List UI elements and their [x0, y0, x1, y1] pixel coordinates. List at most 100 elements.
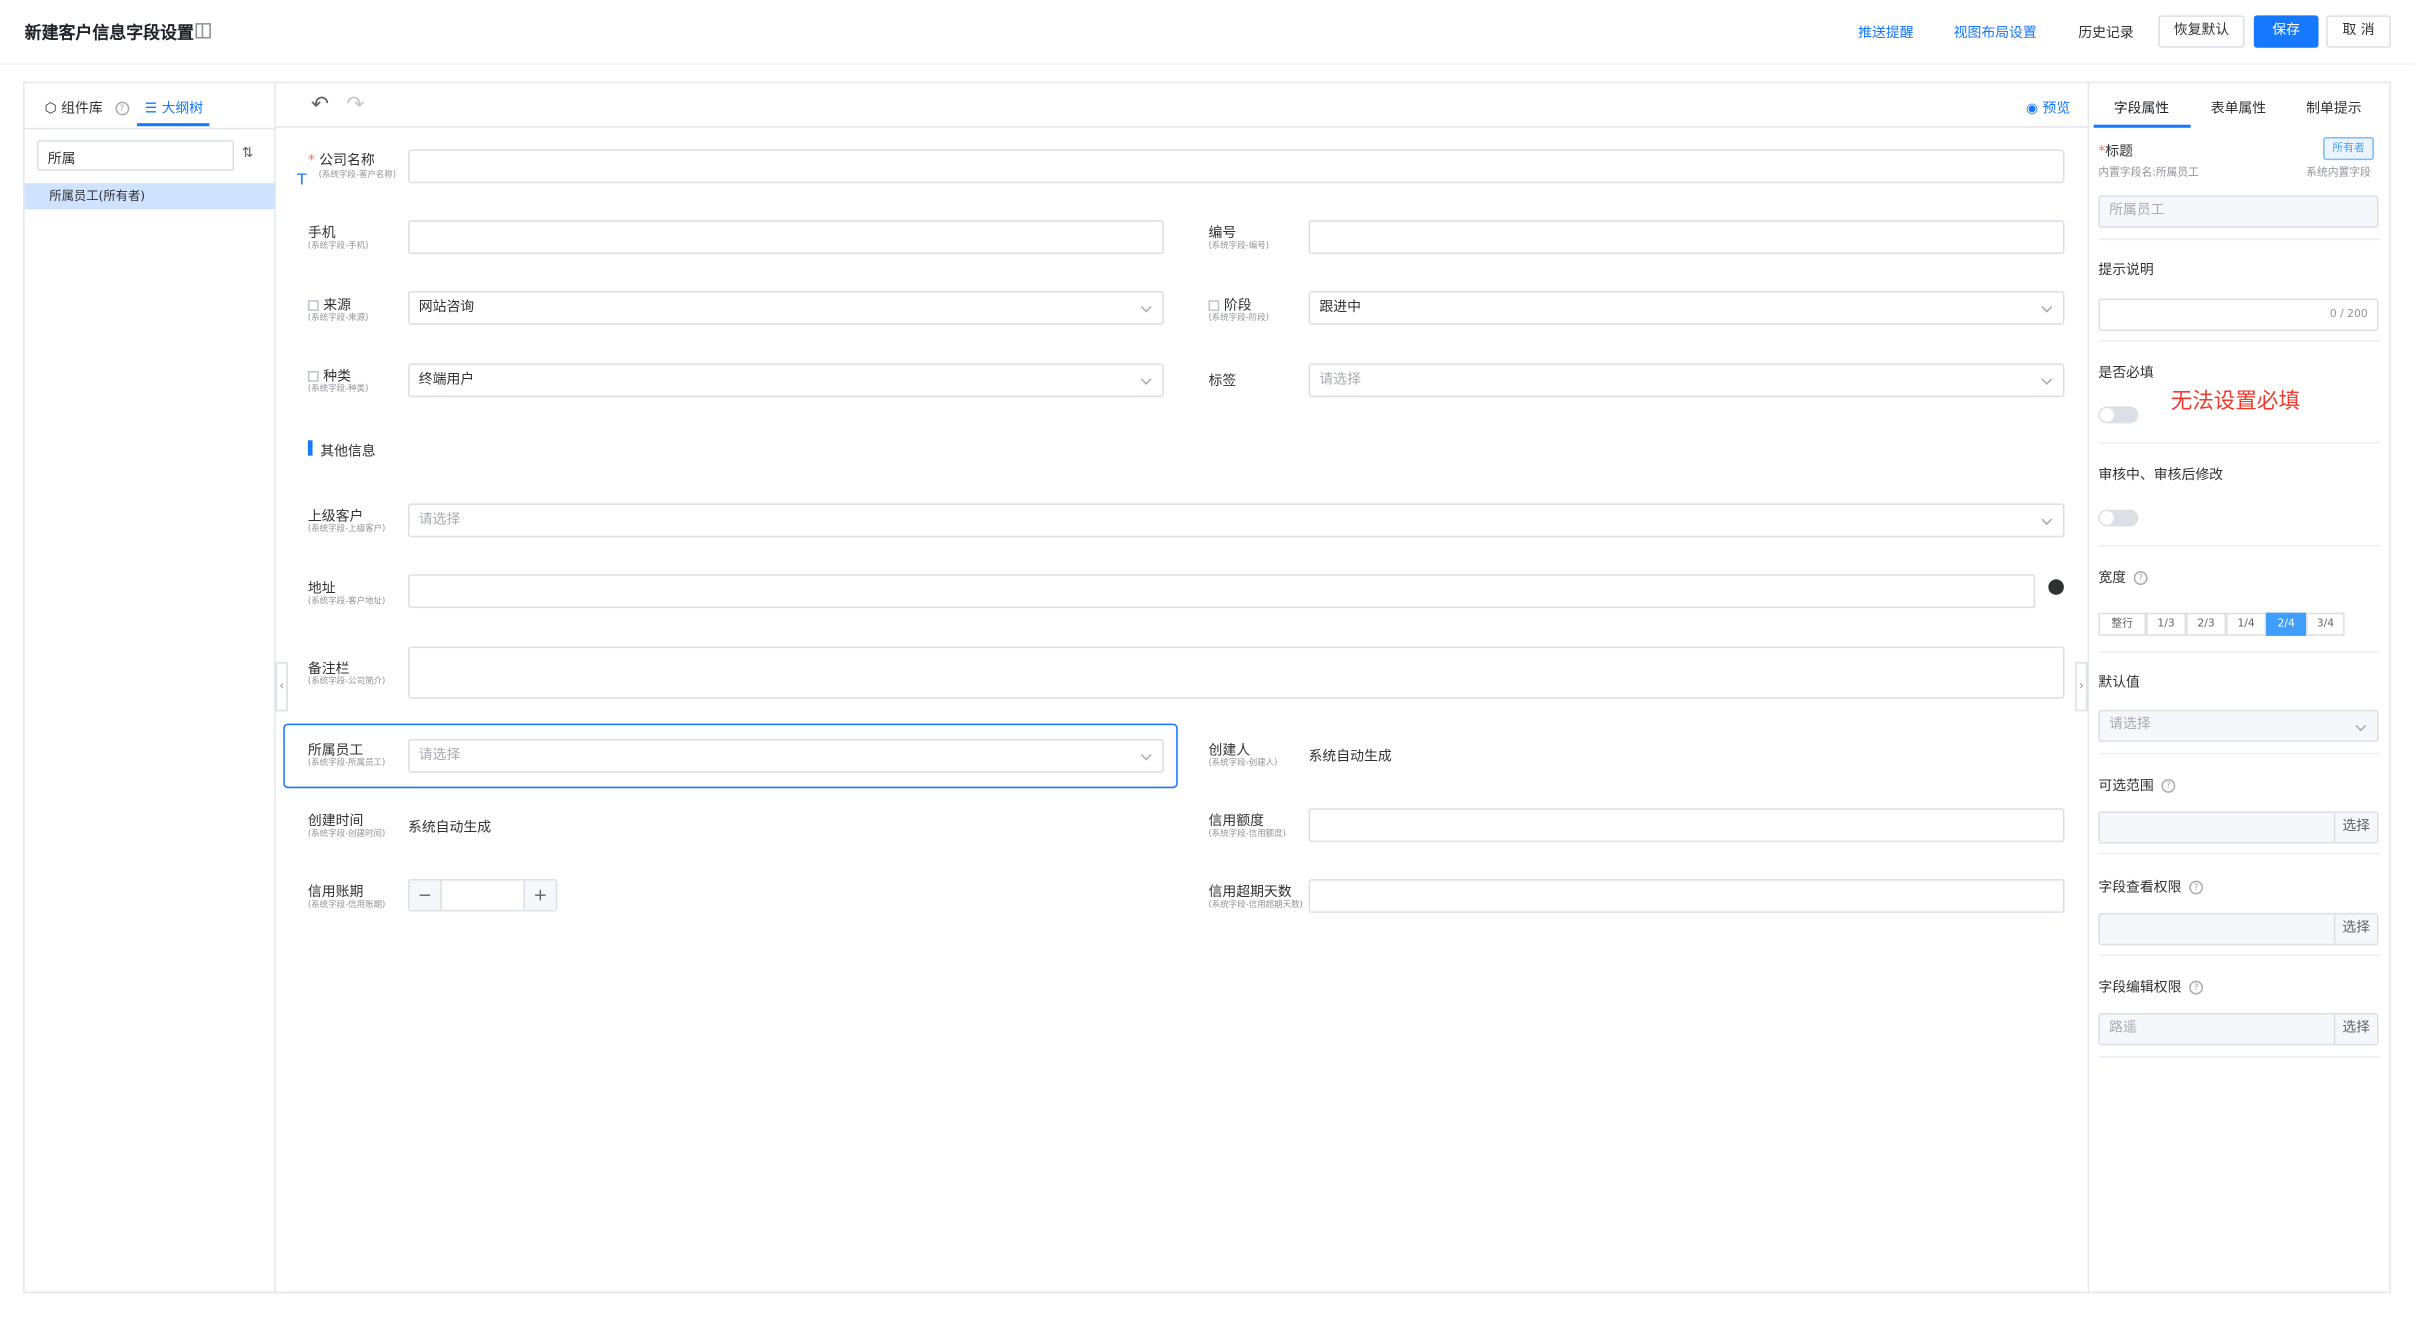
view-perm-input[interactable]: 选择: [2098, 912, 2379, 946]
address-input[interactable]: [407, 574, 2036, 609]
select-button[interactable]: 选择: [2333, 812, 2377, 843]
width-option-1-3[interactable]: 1/3: [2146, 612, 2187, 636]
source-select[interactable]: 网站咨询: [407, 290, 1164, 325]
title-input[interactable]: 所属员工: [2098, 195, 2379, 228]
chevron-down-icon: [1140, 749, 1152, 761]
company-input[interactable]: [407, 149, 2065, 184]
divider: [2098, 752, 2381, 755]
remark-textarea[interactable]: [407, 646, 2065, 699]
history-link[interactable]: 历史记录: [2078, 22, 2133, 41]
tab-label: 组件库: [61, 101, 103, 118]
view-layout-link[interactable]: 视图布局设置: [1954, 22, 2037, 41]
credit-limit-sub: (系统字段-信用额度): [1208, 829, 1286, 840]
chevron-down-icon: [2355, 720, 2367, 732]
restore-default-button[interactable]: 恢复默认: [2158, 15, 2245, 48]
divider: [2098, 852, 2381, 855]
select-button[interactable]: 选择: [2333, 914, 2377, 944]
tab-form-properties[interactable]: 表单属性: [2211, 97, 2266, 117]
divider: [2098, 238, 2381, 241]
hint-input[interactable]: 0 / 200: [2098, 298, 2379, 331]
tab-label: 大纲树: [161, 101, 204, 118]
page-title: 新建客户信息字段设置: [24, 23, 194, 44]
undo-icon[interactable]: ↶: [311, 92, 329, 117]
address-sub: (系统字段-客户地址): [307, 597, 386, 607]
tab-component-library[interactable]: ⬡ 组件库 ?: [45, 97, 129, 117]
credit-overdue-input[interactable]: [1308, 879, 2065, 913]
required-label: 是否必填: [2098, 366, 2154, 382]
push-reminder-link[interactable]: 推送提醒: [1858, 22, 1913, 41]
tab-field-properties[interactable]: 字段属性: [2114, 97, 2169, 117]
credit-overdue-sub: (系统字段-信用超期天数): [1208, 900, 1303, 910]
width-option-2-3[interactable]: 2/3: [2186, 612, 2227, 636]
save-button[interactable]: 保存: [2253, 15, 2319, 48]
help-icon: ?: [2189, 880, 2204, 895]
view-perm-label: 字段查看权限?: [2098, 876, 2204, 896]
company-label: * 公司名称: [307, 153, 375, 170]
required-toggle[interactable]: [2098, 406, 2139, 424]
phone-sub: (系统字段-手机): [307, 241, 369, 251]
default-select[interactable]: 请选择: [2098, 709, 2379, 743]
cancel-button[interactable]: 取 消: [2326, 15, 2391, 48]
help-icon: ?: [2189, 980, 2204, 995]
width-option-1-4[interactable]: 1/4: [2226, 612, 2267, 636]
help-icon: ?: [114, 101, 129, 116]
width-label: 宽度?: [2098, 567, 2148, 587]
help-icon: ?: [2133, 571, 2148, 586]
top-bar: 新建客户信息字段设置 推送提醒 视图布局设置 历史记录 恢复默认 保存 取 消: [0, 0, 2414, 65]
chevron-down-icon: [2041, 301, 2053, 313]
checkbox-icon: [307, 300, 319, 311]
help-icon: ?: [2161, 778, 2176, 793]
phone-input[interactable]: [407, 220, 1164, 255]
kind-select[interactable]: 终端用户: [407, 363, 1164, 398]
select-button[interactable]: 选择: [2333, 1014, 2377, 1044]
minus-icon[interactable]: −: [409, 880, 442, 910]
plus-icon[interactable]: +: [523, 880, 556, 910]
creator-value: 系统自动生成: [1308, 749, 1392, 766]
credit-limit-input[interactable]: [1308, 808, 2065, 843]
default-label: 默认值: [2098, 675, 2140, 692]
location-pin-icon[interactable]: ⬤: [2048, 579, 2065, 596]
tab-outline-tree[interactable]: ☰ 大纲树: [145, 97, 203, 117]
search-input[interactable]: 所属: [36, 140, 235, 171]
remark-sub: (系统字段-公司简介): [307, 677, 386, 687]
range-input[interactable]: 选择: [2098, 811, 2379, 844]
app-root: 新建客户信息字段设置 推送提醒 视图布局设置 历史记录 恢复默认 保存 取 消 …: [0, 0, 2414, 1316]
owner-tag: 所有者: [2323, 137, 2374, 161]
divider: [2098, 340, 2381, 342]
edit-perm-label: 字段编辑权限?: [2098, 976, 2204, 996]
tab-entry-tips[interactable]: 制单提示: [2306, 97, 2361, 117]
audit-toggle[interactable]: [2098, 509, 2139, 527]
width-option-full[interactable]: 整行: [2098, 612, 2147, 636]
source-sub: (系统字段-来源): [307, 314, 369, 324]
char-count: 0 / 200: [2329, 307, 2368, 321]
edit-perm-input[interactable]: 路遥 选择: [2098, 1012, 2379, 1046]
number-sub: (系统字段-编号): [1208, 241, 1269, 251]
audit-label: 审核中、审核后修改: [2098, 468, 2224, 484]
range-label: 可选范围?: [2098, 774, 2176, 794]
chevron-down-icon: [1140, 374, 1152, 385]
number-input[interactable]: [1308, 220, 2065, 255]
created-sub: (系统字段-创建时间): [307, 829, 386, 840]
tags-select[interactable]: 请选择: [1308, 363, 2065, 398]
width-option-3-4[interactable]: 3/4: [2306, 612, 2345, 636]
sort-icon[interactable]: ⇅: [242, 146, 254, 161]
layout-icon[interactable]: [195, 23, 211, 39]
tree-item-owner[interactable]: 所属员工(所有者): [24, 183, 276, 210]
collapse-right-icon[interactable]: ›: [2075, 661, 2088, 712]
kind-sub: (系统字段-种类): [307, 384, 369, 395]
divider: [2098, 441, 2381, 444]
text-type-icon: T: [297, 172, 307, 190]
divider: [2098, 1056, 2381, 1058]
tags-label: 标签: [1208, 374, 1237, 390]
owner-select[interactable]: 请选择: [407, 738, 1164, 773]
left-panel: [23, 81, 276, 1294]
redo-icon[interactable]: ↷: [346, 92, 364, 117]
credit-term-stepper[interactable]: − +: [407, 879, 558, 912]
creator-sub: (系统字段-创建人): [1208, 758, 1278, 769]
divider: [23, 127, 276, 130]
preview-button[interactable]: ◉ 预览: [2026, 97, 2070, 117]
parent-select[interactable]: 请选择: [407, 503, 2065, 538]
collapse-left-icon[interactable]: ‹: [275, 661, 288, 712]
width-option-2-4[interactable]: 2/4: [2266, 612, 2307, 636]
stage-select[interactable]: 跟进中: [1308, 290, 2065, 325]
